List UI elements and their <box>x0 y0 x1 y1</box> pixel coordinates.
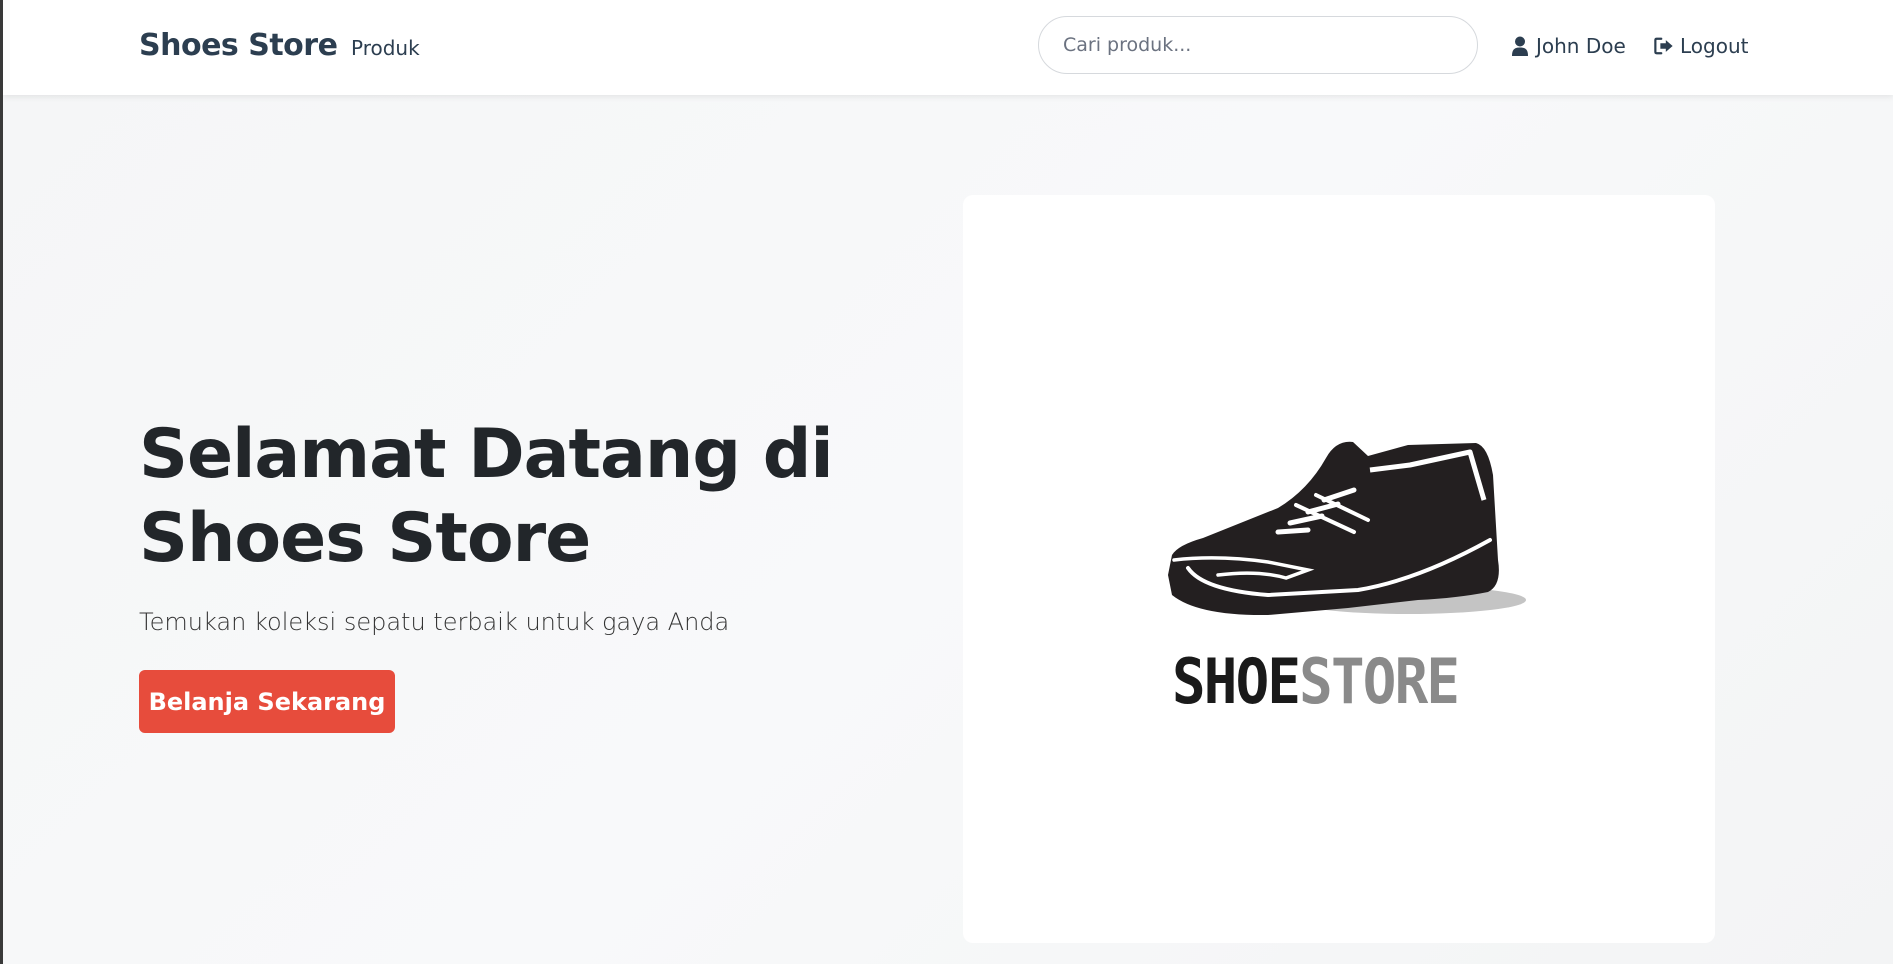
logout-label: Logout <box>1680 34 1749 58</box>
window-edge <box>0 0 3 964</box>
user-menu[interactable]: John Doe <box>1510 34 1626 58</box>
hero-title-line1: Selamat Datang di <box>139 415 834 494</box>
user-icon <box>1510 35 1530 57</box>
hero-image-card: SHOESTORE <box>963 195 1715 943</box>
navbar: Shoes Store Produk John Doe Logout <box>3 0 1893 95</box>
logout-icon <box>1654 35 1674 57</box>
hero-subtitle: Temukan koleksi sepatu terbaik untuk gay… <box>139 608 730 636</box>
search-input[interactable] <box>1038 16 1478 74</box>
logo-wordmark: SHOESTORE <box>1172 645 1460 718</box>
logout-button[interactable]: Logout <box>1654 34 1748 58</box>
hero-title: Selamat Datang di Shoes Store <box>139 413 839 581</box>
hero-section: Selamat Datang di Shoes Store Temukan ko… <box>3 95 1893 964</box>
hero-title-line2: Shoes Store <box>139 499 591 578</box>
shop-now-button[interactable]: Belanja Sekarang <box>139 670 395 733</box>
brand-link[interactable]: Shoes Store <box>139 28 338 63</box>
user-name: John Doe <box>1536 34 1626 58</box>
nav-link-produk[interactable]: Produk <box>351 36 420 60</box>
shoe-logo-icon <box>1168 441 1526 616</box>
